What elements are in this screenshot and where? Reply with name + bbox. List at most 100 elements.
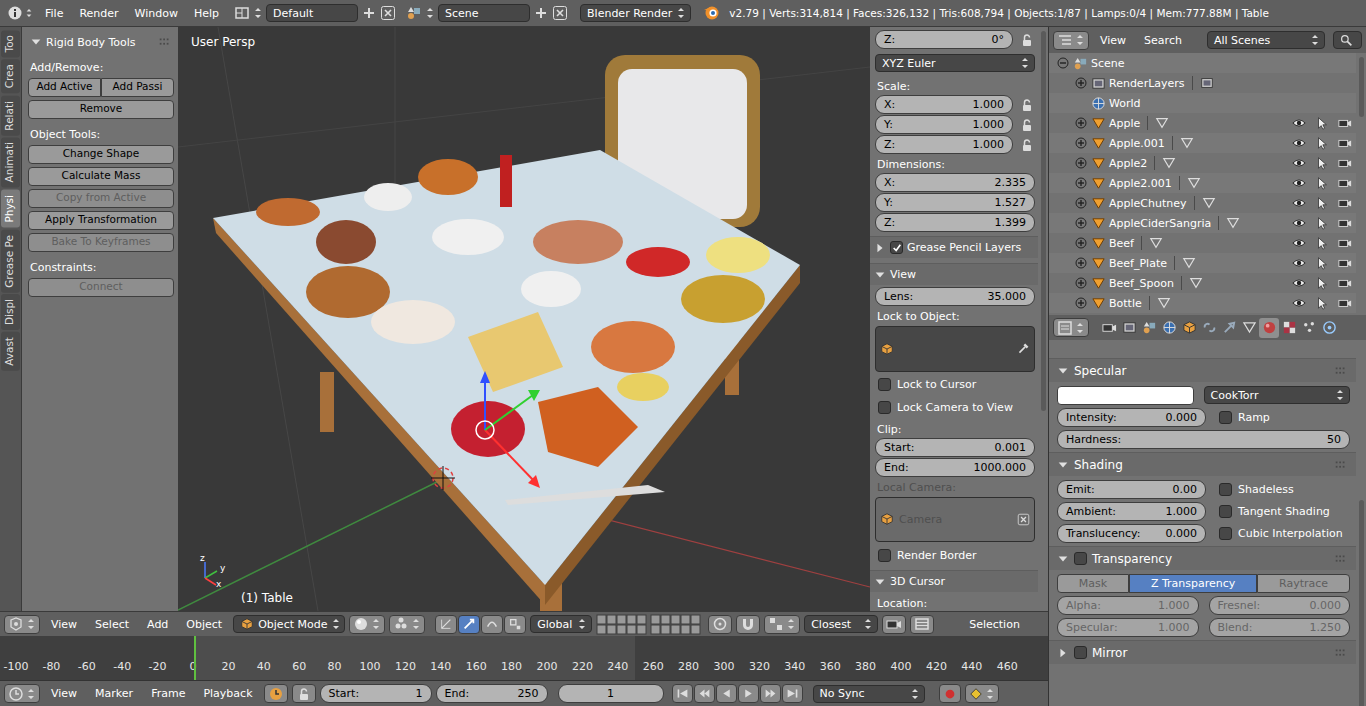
- panel-header[interactable]: Specular: [1049, 358, 1356, 382]
- manipulator-button[interactable]: [435, 615, 457, 634]
- number-field[interactable]: Specular:1.000: [1057, 618, 1199, 637]
- renderable-icon[interactable]: [1338, 236, 1352, 250]
- scrollbar-thumb[interactable]: [1359, 500, 1364, 706]
- rotation-mode-dropdown[interactable]: XYZ Euler: [875, 54, 1035, 72]
- renderable-icon[interactable]: [1338, 136, 1352, 150]
- snap-button[interactable]: [736, 615, 760, 634]
- manipulator-button[interactable]: [458, 615, 480, 634]
- visibility-icon[interactable]: [1292, 196, 1306, 210]
- shading-dropdown[interactable]: [349, 615, 385, 634]
- editor-type-button[interactable]: [1053, 31, 1089, 50]
- lock-range-button[interactable]: [292, 684, 316, 703]
- tool-tab[interactable]: Too: [1, 30, 20, 57]
- number-field[interactable]: Start:0.001: [875, 438, 1035, 457]
- outliner-row[interactable]: AppleChutney: [1049, 193, 1356, 213]
- visibility-icon[interactable]: [1292, 156, 1306, 170]
- editor-type-button[interactable]: [4, 684, 40, 703]
- tool-tab[interactable]: Physi: [1, 190, 20, 228]
- selectable-icon[interactable]: [1315, 136, 1329, 150]
- disclosure-triangle-icon[interactable]: [874, 575, 886, 589]
- expand-icon[interactable]: [1074, 216, 1088, 230]
- expand-icon[interactable]: [1074, 76, 1088, 90]
- panel-header[interactable]: Transparency: [1049, 546, 1356, 570]
- checkbox-row[interactable]: Shadeless: [1216, 478, 1350, 500]
- menu-item[interactable]: View: [44, 685, 84, 702]
- panel-header[interactable]: Rigid Body Tools: [28, 31, 174, 53]
- opengl-anim-button[interactable]: [910, 615, 934, 634]
- search-field[interactable]: [1333, 31, 1362, 49]
- playback-button[interactable]: [738, 684, 759, 703]
- renderable-icon[interactable]: [1338, 156, 1352, 170]
- checkbox[interactable]: [1219, 527, 1232, 540]
- checkbox[interactable]: [1219, 483, 1232, 496]
- expand-icon[interactable]: [1074, 276, 1088, 290]
- selectable-icon[interactable]: [1315, 196, 1329, 210]
- outliner-row[interactable]: Apple.001: [1049, 133, 1356, 153]
- mode-dropdown[interactable]: Object Mode: [233, 615, 345, 633]
- disclosure-triangle-icon[interactable]: [30, 35, 42, 49]
- scene-field[interactable]: Scene: [438, 4, 530, 22]
- context-tab[interactable]: [1179, 318, 1199, 338]
- renderable-icon[interactable]: [1338, 296, 1352, 310]
- number-field[interactable]: Y:1.527: [875, 193, 1035, 212]
- panel-header[interactable]: Grease Pencil Layers: [870, 236, 1038, 258]
- number-field[interactable]: End:1000.000: [875, 458, 1035, 477]
- renderable-icon[interactable]: [1338, 176, 1352, 190]
- checkbox-row[interactable]: Ramp: [1216, 406, 1350, 428]
- menu-item[interactable]: Add: [140, 616, 175, 633]
- checkbox[interactable]: [1074, 646, 1087, 659]
- tool-button[interactable]: Add Passi: [101, 78, 174, 97]
- editor-type-button[interactable]: [1053, 318, 1089, 337]
- auto-keying-button[interactable]: [939, 684, 961, 703]
- tool-tab[interactable]: Avast: [1, 332, 20, 371]
- number-field[interactable]: Z:1.000: [875, 135, 1013, 154]
- menu-item[interactable]: Help: [187, 5, 226, 22]
- number-field[interactable]: Y:1.000: [875, 115, 1013, 134]
- outliner-row[interactable]: World: [1049, 93, 1356, 113]
- selectable-icon[interactable]: [1315, 296, 1329, 310]
- lock-icon[interactable]: [1019, 117, 1035, 133]
- current-frame-field[interactable]: 1: [558, 684, 664, 703]
- disclosure-triangle-icon[interactable]: [874, 241, 886, 255]
- editor-type-button[interactable]: [4, 615, 40, 634]
- segment-option[interactable]: Z Transparency: [1129, 574, 1257, 593]
- selectable-icon[interactable]: [1315, 216, 1329, 230]
- tool-tab[interactable]: Animati: [1, 137, 20, 187]
- segment-option[interactable]: Raytrace: [1257, 574, 1350, 593]
- object-field[interactable]: [875, 326, 1035, 372]
- expand-icon[interactable]: [1074, 296, 1088, 310]
- disclosure-triangle-icon[interactable]: [1057, 646, 1069, 660]
- renderable-icon[interactable]: [1338, 276, 1352, 290]
- selectable-icon[interactable]: [1315, 256, 1329, 270]
- checkbox[interactable]: [878, 378, 891, 391]
- panel-header[interactable]: View: [870, 263, 1038, 285]
- context-tab[interactable]: [1159, 318, 1179, 338]
- outliner-row[interactable]: Bottle: [1049, 293, 1356, 313]
- checkbox-row[interactable]: Cubic Interpolation: [1216, 522, 1350, 544]
- visibility-icon[interactable]: [1292, 296, 1306, 310]
- panel-header[interactable]: 3D Cursor: [870, 570, 1038, 592]
- 3d-viewport[interactable]: xyzUser Persp(1) Table: [178, 27, 870, 611]
- keying-set-button[interactable]: [965, 684, 999, 703]
- menu-item[interactable]: Render: [72, 5, 125, 22]
- lock-icon[interactable]: [1019, 97, 1035, 113]
- playback-button[interactable]: [760, 684, 781, 703]
- selectable-icon[interactable]: [1315, 276, 1329, 290]
- visibility-icon[interactable]: [1292, 216, 1306, 230]
- checkbox[interactable]: [1219, 505, 1232, 518]
- number-field[interactable]: Blend:1.250: [1209, 618, 1351, 637]
- visibility-icon[interactable]: [1292, 236, 1306, 250]
- current-frame-line[interactable]: [194, 636, 196, 680]
- expand-icon[interactable]: [1074, 116, 1088, 130]
- menu-item[interactable]: File: [38, 5, 70, 22]
- layers-icon[interactable]: [596, 614, 704, 635]
- outliner-row[interactable]: RenderLayers: [1049, 73, 1356, 93]
- tool-tab[interactable]: Displ: [1, 294, 20, 330]
- scrollbar[interactable]: [1038, 27, 1048, 611]
- disclosure-triangle-icon[interactable]: [1057, 458, 1069, 472]
- menu-item[interactable]: Select: [88, 616, 136, 633]
- number-field[interactable]: Z:0°: [875, 30, 1013, 49]
- context-tab[interactable]: [1139, 318, 1159, 338]
- context-tab[interactable]: [1199, 318, 1219, 338]
- menu-item[interactable]: Frame: [144, 685, 192, 702]
